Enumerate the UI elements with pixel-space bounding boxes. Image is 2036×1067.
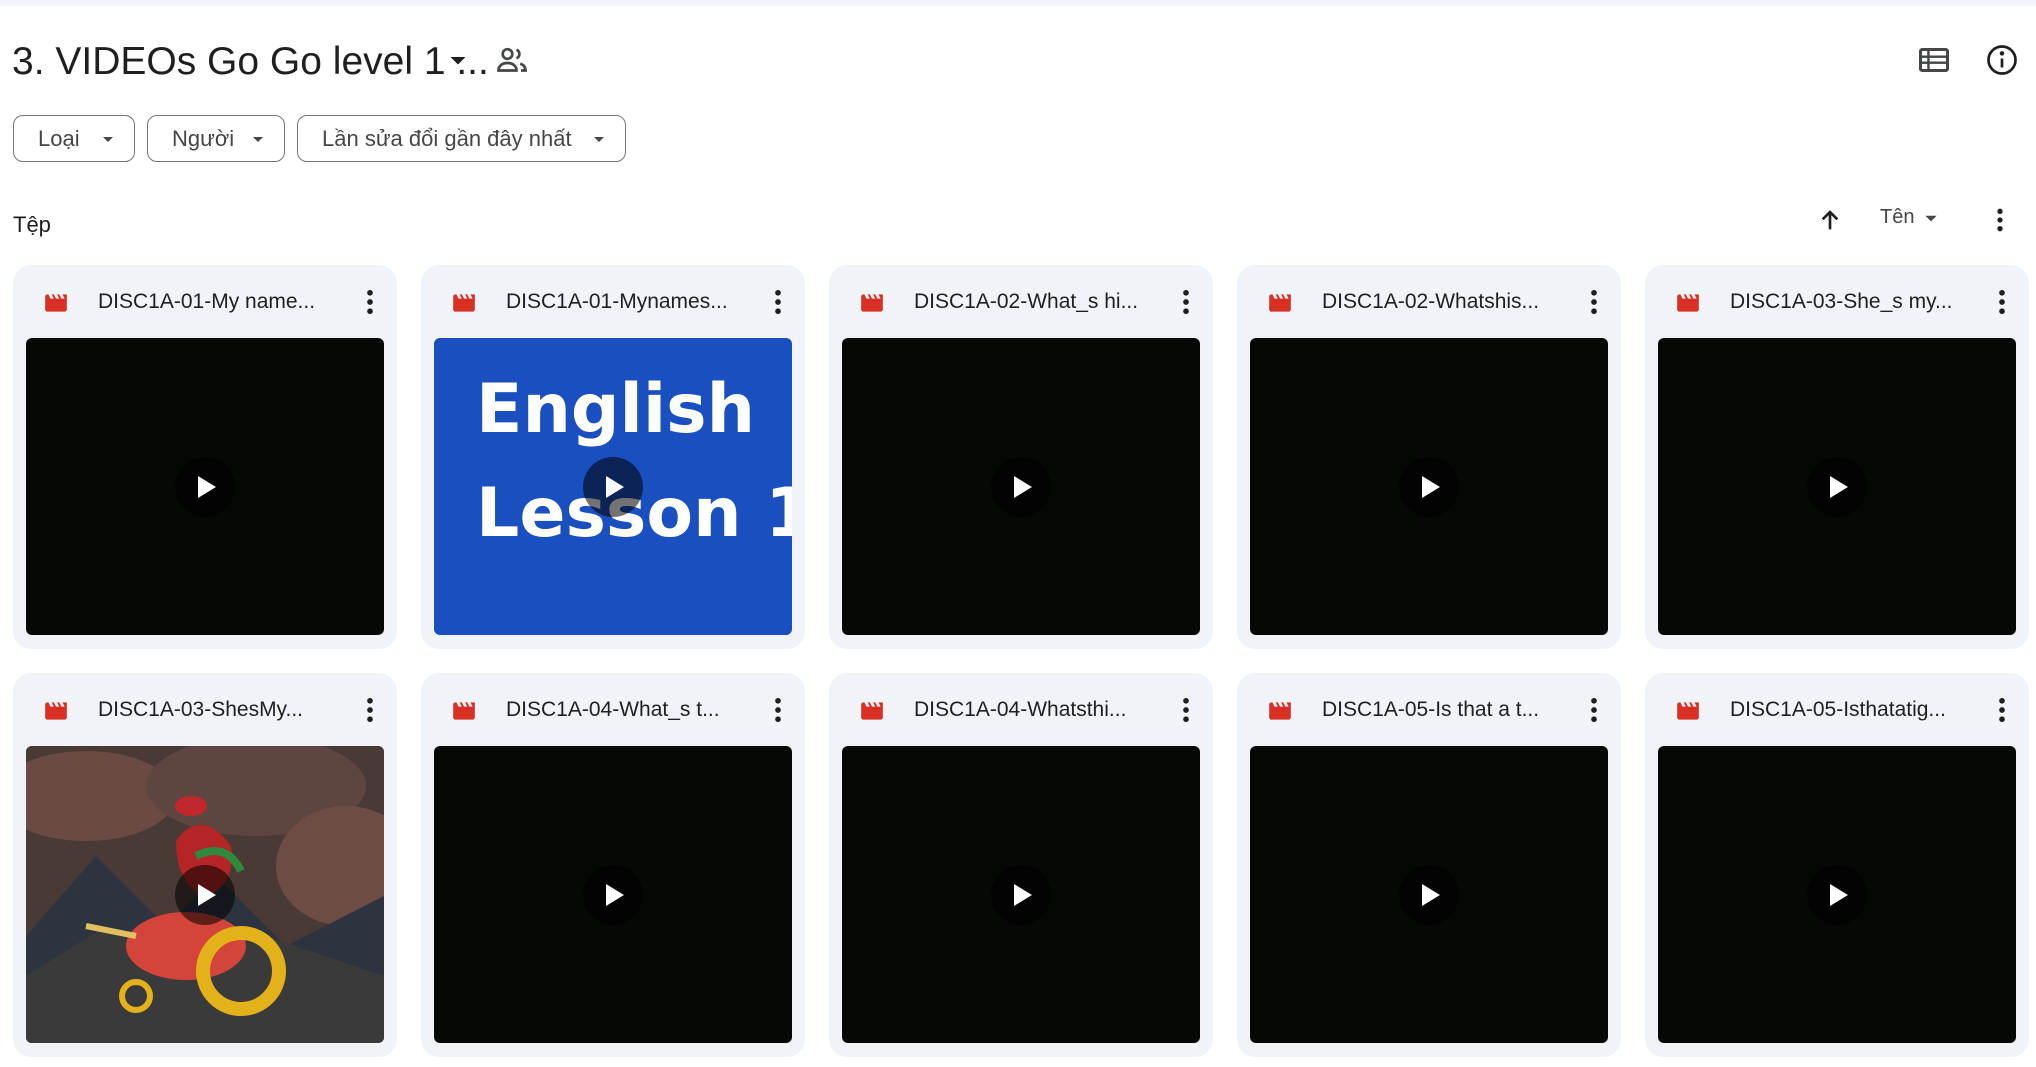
file-card[interactable]: DISC1A-05-Isthatatig...	[1645, 673, 2029, 1057]
file-name: DISC1A-02-Whatshis...	[1322, 290, 1540, 313]
video-file-icon	[453, 702, 475, 720]
more-vert-icon[interactable]	[353, 285, 387, 319]
video-file-icon	[861, 702, 883, 720]
top-band	[0, 0, 2036, 6]
video-thumbnail[interactable]	[1250, 338, 1608, 635]
caret-down-icon	[253, 137, 263, 142]
more-vert-icon[interactable]	[1577, 285, 1611, 319]
video-file-icon	[861, 294, 883, 312]
more-vert-icon[interactable]	[761, 693, 795, 727]
more-vert-icon[interactable]	[1169, 693, 1203, 727]
video-file-icon	[45, 294, 67, 312]
video-file-icon	[1269, 702, 1291, 720]
file-name: DISC1A-01-Mynames...	[506, 290, 728, 313]
filter-modified-chip[interactable]: Lần sửa đổi gần đây nhất	[297, 115, 626, 162]
sort-by-label: Tên	[1880, 206, 1915, 228]
video-file-icon	[1677, 294, 1699, 312]
video-thumbnail[interactable]	[1658, 746, 2016, 1043]
file-name: DISC1A-03-ShesMy...	[98, 698, 304, 721]
video-thumbnail[interactable]	[26, 338, 384, 635]
file-card[interactable]: DISC1A-02-What_s hi...	[829, 265, 1213, 649]
video-file-icon	[45, 702, 67, 720]
files-section-label: Tệp	[13, 212, 51, 237]
more-vert-icon[interactable]	[353, 693, 387, 727]
more-vert-icon[interactable]	[1985, 693, 2019, 727]
video-file-icon	[1269, 294, 1291, 312]
video-thumbnail[interactable]	[1250, 746, 1608, 1043]
filter-type-label: Loại	[38, 125, 80, 151]
info-icon[interactable]	[1984, 42, 2020, 78]
file-card[interactable]: DISC1A-04-Whatsthi...	[829, 673, 1213, 1057]
filter-people-chip[interactable]: Người	[147, 115, 285, 162]
people-icon[interactable]	[494, 42, 530, 78]
thumbnail-text: English	[476, 370, 756, 449]
caret-down-icon	[594, 137, 604, 142]
play-icon[interactable]	[1399, 864, 1459, 925]
video-thumbnail[interactable]	[842, 338, 1200, 635]
play-icon[interactable]	[1399, 456, 1459, 517]
play-icon[interactable]	[175, 456, 235, 517]
file-name: DISC1A-01-My name...	[98, 290, 316, 313]
file-card[interactable]: DISC1A-05-Is that a t...	[1237, 673, 1621, 1057]
more-vert-icon[interactable]	[1984, 204, 2016, 236]
file-name: DISC1A-03-She_s my...	[1730, 290, 1953, 313]
file-card[interactable]: DISC1A-04-What_s t...	[421, 673, 805, 1057]
more-vert-icon[interactable]	[1985, 285, 2019, 319]
more-vert-icon[interactable]	[761, 285, 795, 319]
caret-down-icon	[103, 137, 113, 142]
file-card[interactable]: DISC1A-02-Whatshis...	[1237, 265, 1621, 649]
video-thumbnail[interactable]	[1658, 338, 2016, 635]
play-icon[interactable]	[1807, 864, 1867, 925]
more-vert-icon[interactable]	[1577, 693, 1611, 727]
sort-by-button[interactable]: Tên	[1880, 206, 1940, 229]
video-file-icon	[1677, 702, 1699, 720]
file-name: DISC1A-05-Is that a t...	[1322, 698, 1540, 721]
file-card[interactable]: DISC1A-03-ShesMy...	[13, 673, 397, 1057]
video-thumbnail[interactable]	[842, 746, 1200, 1043]
play-icon[interactable]	[175, 864, 235, 925]
file-name: DISC1A-02-What_s hi...	[914, 290, 1139, 313]
play-icon[interactable]	[1807, 456, 1867, 517]
arrow-up-icon[interactable]	[1814, 204, 1846, 236]
play-icon[interactable]	[991, 456, 1051, 517]
filter-type-chip[interactable]: Loại	[13, 115, 135, 162]
file-name: DISC1A-04-Whatsthi...	[914, 698, 1127, 721]
play-icon[interactable]	[991, 864, 1051, 925]
video-thumbnail[interactable]: English Lesson 1	[434, 338, 792, 635]
file-card[interactable]: DISC1A-01-My name...	[13, 265, 397, 649]
filter-modified-label: Lần sửa đổi gần đây nhất	[322, 125, 572, 151]
video-thumbnail[interactable]	[434, 746, 792, 1043]
file-name: DISC1A-04-What_s t...	[506, 698, 720, 721]
more-vert-icon[interactable]	[1169, 285, 1203, 319]
caret-down-icon[interactable]	[440, 42, 476, 78]
folder-title[interactable]: 3. VIDEOs Go Go level 1 ...	[12, 36, 489, 88]
list-view-icon[interactable]	[1916, 42, 1952, 78]
video-thumbnail[interactable]	[26, 746, 384, 1043]
video-file-icon	[453, 294, 475, 312]
file-card[interactable]: DISC1A-03-She_s my...	[1645, 265, 2029, 649]
caret-down-icon	[1925, 215, 1938, 221]
file-card[interactable]: DISC1A-01-Mynames... English Lesson 1	[421, 265, 805, 649]
play-icon[interactable]	[583, 456, 643, 517]
filter-people-label: Người	[172, 125, 235, 151]
file-name: DISC1A-05-Isthatatig...	[1730, 698, 1946, 721]
play-icon[interactable]	[583, 864, 643, 925]
